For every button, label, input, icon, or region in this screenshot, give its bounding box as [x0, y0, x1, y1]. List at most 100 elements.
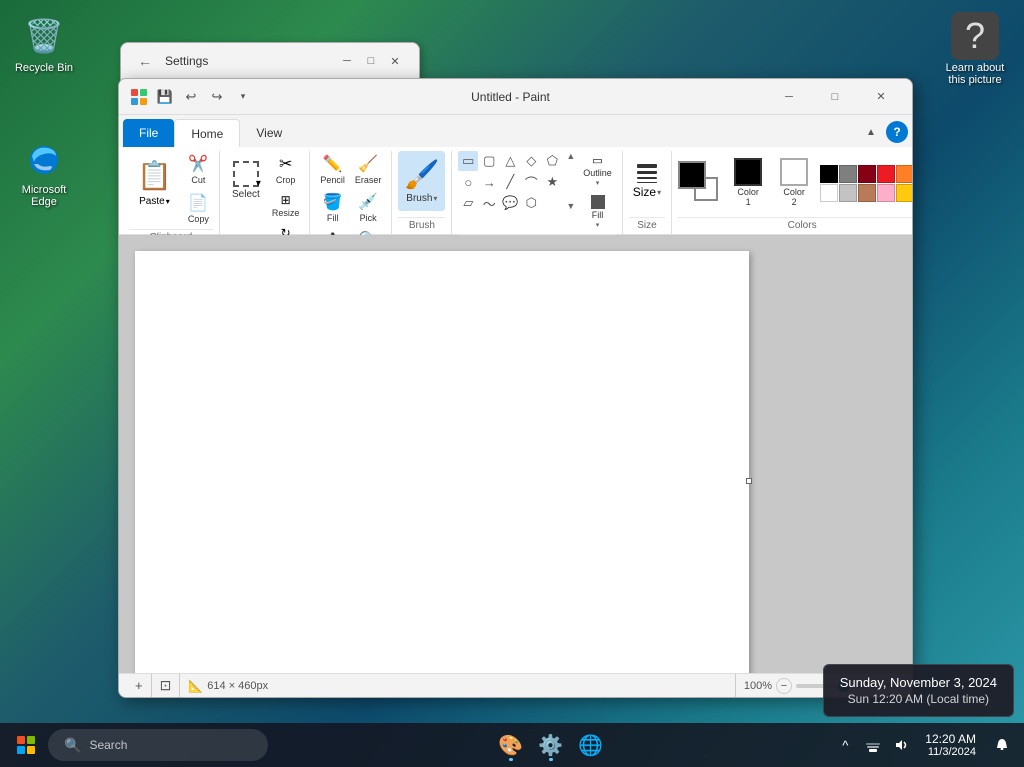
taskbar-search[interactable]: 🔍 Search: [48, 729, 268, 761]
pencil-button[interactable]: ✏️ Pencil: [316, 151, 349, 188]
learn-icon-img: ?: [951, 12, 999, 60]
shapes-scroll-down[interactable]: ▼: [566, 201, 575, 211]
color2-button[interactable]: Color2: [774, 156, 814, 210]
shape-line-button[interactable]: ╱: [500, 172, 520, 192]
undo-button[interactable]: ↩: [179, 85, 203, 109]
tab-home[interactable]: Home: [174, 119, 240, 147]
swatch-brown[interactable]: [858, 184, 876, 202]
copy-icon: 📄: [188, 193, 208, 213]
shape-star-button[interactable]: ★: [542, 172, 562, 192]
outline-button[interactable]: ▭ Outline ▾: [579, 151, 616, 190]
settings-back-button[interactable]: ←: [133, 49, 157, 73]
shape-pent-button[interactable]: ⬠: [542, 151, 562, 171]
eraser-button[interactable]: 🧹 Eraser: [351, 151, 386, 188]
settings-minimize-button[interactable]: ─: [335, 49, 359, 73]
paint-title: Untitled - Paint: [255, 90, 766, 104]
color-pair-wrapper: [678, 161, 722, 205]
start-button[interactable]: [8, 727, 44, 763]
shape-callout-button[interactable]: 💬: [500, 193, 520, 213]
swatch-red[interactable]: [877, 165, 895, 183]
settings-close-button[interactable]: ✕: [383, 49, 407, 73]
volume-tray-icon[interactable]: [889, 733, 913, 757]
settings-maximize-button[interactable]: □: [359, 49, 383, 73]
shape-hex-button[interactable]: ⬡: [521, 193, 541, 213]
swatch-black[interactable]: [820, 165, 838, 183]
copy-button[interactable]: 📄 Copy: [184, 190, 213, 227]
taskbar: 🔍 Search 🎨 ⚙️ 🌐 ^: [0, 723, 1024, 767]
select-button[interactable]: ▾ Select: [226, 151, 266, 211]
swatch-ltgray[interactable]: [839, 184, 857, 202]
network-tray-icon[interactable]: [861, 733, 885, 757]
recycle-bin-icon: 🗑️: [20, 12, 68, 60]
shape-rect-button[interactable]: ▭: [458, 151, 478, 171]
color1-button[interactable]: Color1: [728, 156, 768, 210]
color2-label: Color2: [783, 188, 805, 208]
clipboard-right: ✂️ Cut 📄 Copy: [184, 151, 213, 227]
paint-active-indicator: [509, 758, 513, 761]
recycle-bin-label: Recycle Bin: [15, 62, 73, 74]
ribbon-tools-group: ✏️ Pencil 🪣 Fill A Text: [310, 151, 392, 234]
desktop-icon-recycle-bin[interactable]: 🗑️ Recycle Bin: [4, 8, 84, 78]
ribbon-image-group: ▾ Select ✂ Crop ⊞ Resize: [220, 151, 311, 234]
paint-minimize-button[interactable]: ─: [766, 82, 812, 112]
resize-handle-right[interactable]: [746, 478, 752, 484]
canvas-dimensions: 614 × 460px: [207, 680, 268, 692]
shape-wave-button[interactable]: 〜: [479, 193, 499, 213]
select-icon: ▾: [233, 161, 259, 187]
fill-icon: 🪣: [323, 192, 343, 212]
help-button[interactable]: ?: [886, 121, 908, 143]
canvas-area[interactable]: [119, 235, 912, 673]
crop-button[interactable]: ✂ Crop: [268, 151, 304, 188]
swatch-orange[interactable]: [896, 165, 913, 183]
size-content: Size ▾: [629, 151, 665, 215]
taskbar-app-paint[interactable]: 🎨: [493, 727, 529, 763]
shape-parallelogram-button[interactable]: ▱: [458, 193, 478, 213]
resize-button[interactable]: ⊞ Resize: [268, 190, 304, 221]
shapes-row-3: ▱ 〜 💬 ⬡: [458, 193, 562, 213]
redo-button[interactable]: ↪: [205, 85, 229, 109]
brushes-button[interactable]: 🖌️ Brush ▾: [398, 151, 445, 211]
shape-circle-button[interactable]: ○: [458, 172, 478, 192]
color-1-swatch[interactable]: [678, 161, 706, 189]
resize-canvas-icon[interactable]: ⊡: [160, 677, 172, 694]
fill-shape-button[interactable]: Fill ▾: [579, 192, 616, 232]
paint-taskbar-icon: 🎨: [498, 733, 523, 758]
shape-tri-button[interactable]: △: [500, 151, 520, 171]
swatch-pink[interactable]: [877, 184, 895, 202]
tab-view[interactable]: View: [240, 119, 298, 147]
settings-titlebar: ← Settings ─ □ ✕: [121, 43, 419, 79]
paint-canvas[interactable]: [135, 251, 749, 673]
cut-button[interactable]: ✂️ Cut: [184, 151, 213, 188]
save-quick-button[interactable]: 💾: [153, 85, 177, 109]
add-canvas-icon[interactable]: +: [135, 678, 143, 693]
shape-arrow-button[interactable]: →: [479, 172, 499, 192]
paint-maximize-button[interactable]: □: [812, 82, 858, 112]
desktop-icon-learn[interactable]: ? Learn about this picture: [930, 8, 1020, 90]
swatch-white[interactable]: [820, 184, 838, 202]
desktop-icon-edge[interactable]: Microsoft Edge: [4, 130, 84, 212]
shapes-palette: ▭ ▢ △ ◇ ⬠ ○ → ╱ ⌒ ★: [458, 151, 562, 213]
size-button[interactable]: Size ▾: [629, 151, 665, 211]
swatch-gold[interactable]: [896, 184, 913, 202]
ribbon-collapse-button[interactable]: ▲: [860, 121, 882, 143]
ribbon-shapes-group: ▭ ▢ △ ◇ ⬠ ○ → ╱ ⌒ ★: [452, 151, 622, 234]
paste-button[interactable]: 📋 Paste▾: [129, 151, 180, 211]
notification-button[interactable]: [988, 731, 1016, 759]
swatch-darkred[interactable]: [858, 165, 876, 183]
paint-close-button[interactable]: ✕: [858, 82, 904, 112]
customize-quick-access-button[interactable]: ▾: [231, 85, 255, 109]
zoom-minus-button[interactable]: −: [776, 678, 792, 694]
fill-button[interactable]: 🪣 Fill: [316, 189, 349, 226]
shape-diamond-button[interactable]: ◇: [521, 151, 541, 171]
shapes-scroll-up[interactable]: ▲: [566, 151, 575, 161]
paint-window-controls: ─ □ ✕: [766, 82, 904, 112]
shape-curve-button[interactable]: ⌒: [521, 172, 541, 192]
system-tray-chevron[interactable]: ^: [833, 733, 857, 757]
swatch-gray[interactable]: [839, 165, 857, 183]
taskbar-clock[interactable]: 12:20 AM 11/3/2024: [917, 732, 984, 758]
tab-file[interactable]: File: [123, 119, 174, 147]
taskbar-app-settings[interactable]: ⚙️: [533, 727, 569, 763]
taskbar-app-network[interactable]: 🌐: [573, 727, 609, 763]
shape-round-button[interactable]: ▢: [479, 151, 499, 171]
color-picker-button[interactable]: 💉 Pick: [351, 189, 386, 226]
